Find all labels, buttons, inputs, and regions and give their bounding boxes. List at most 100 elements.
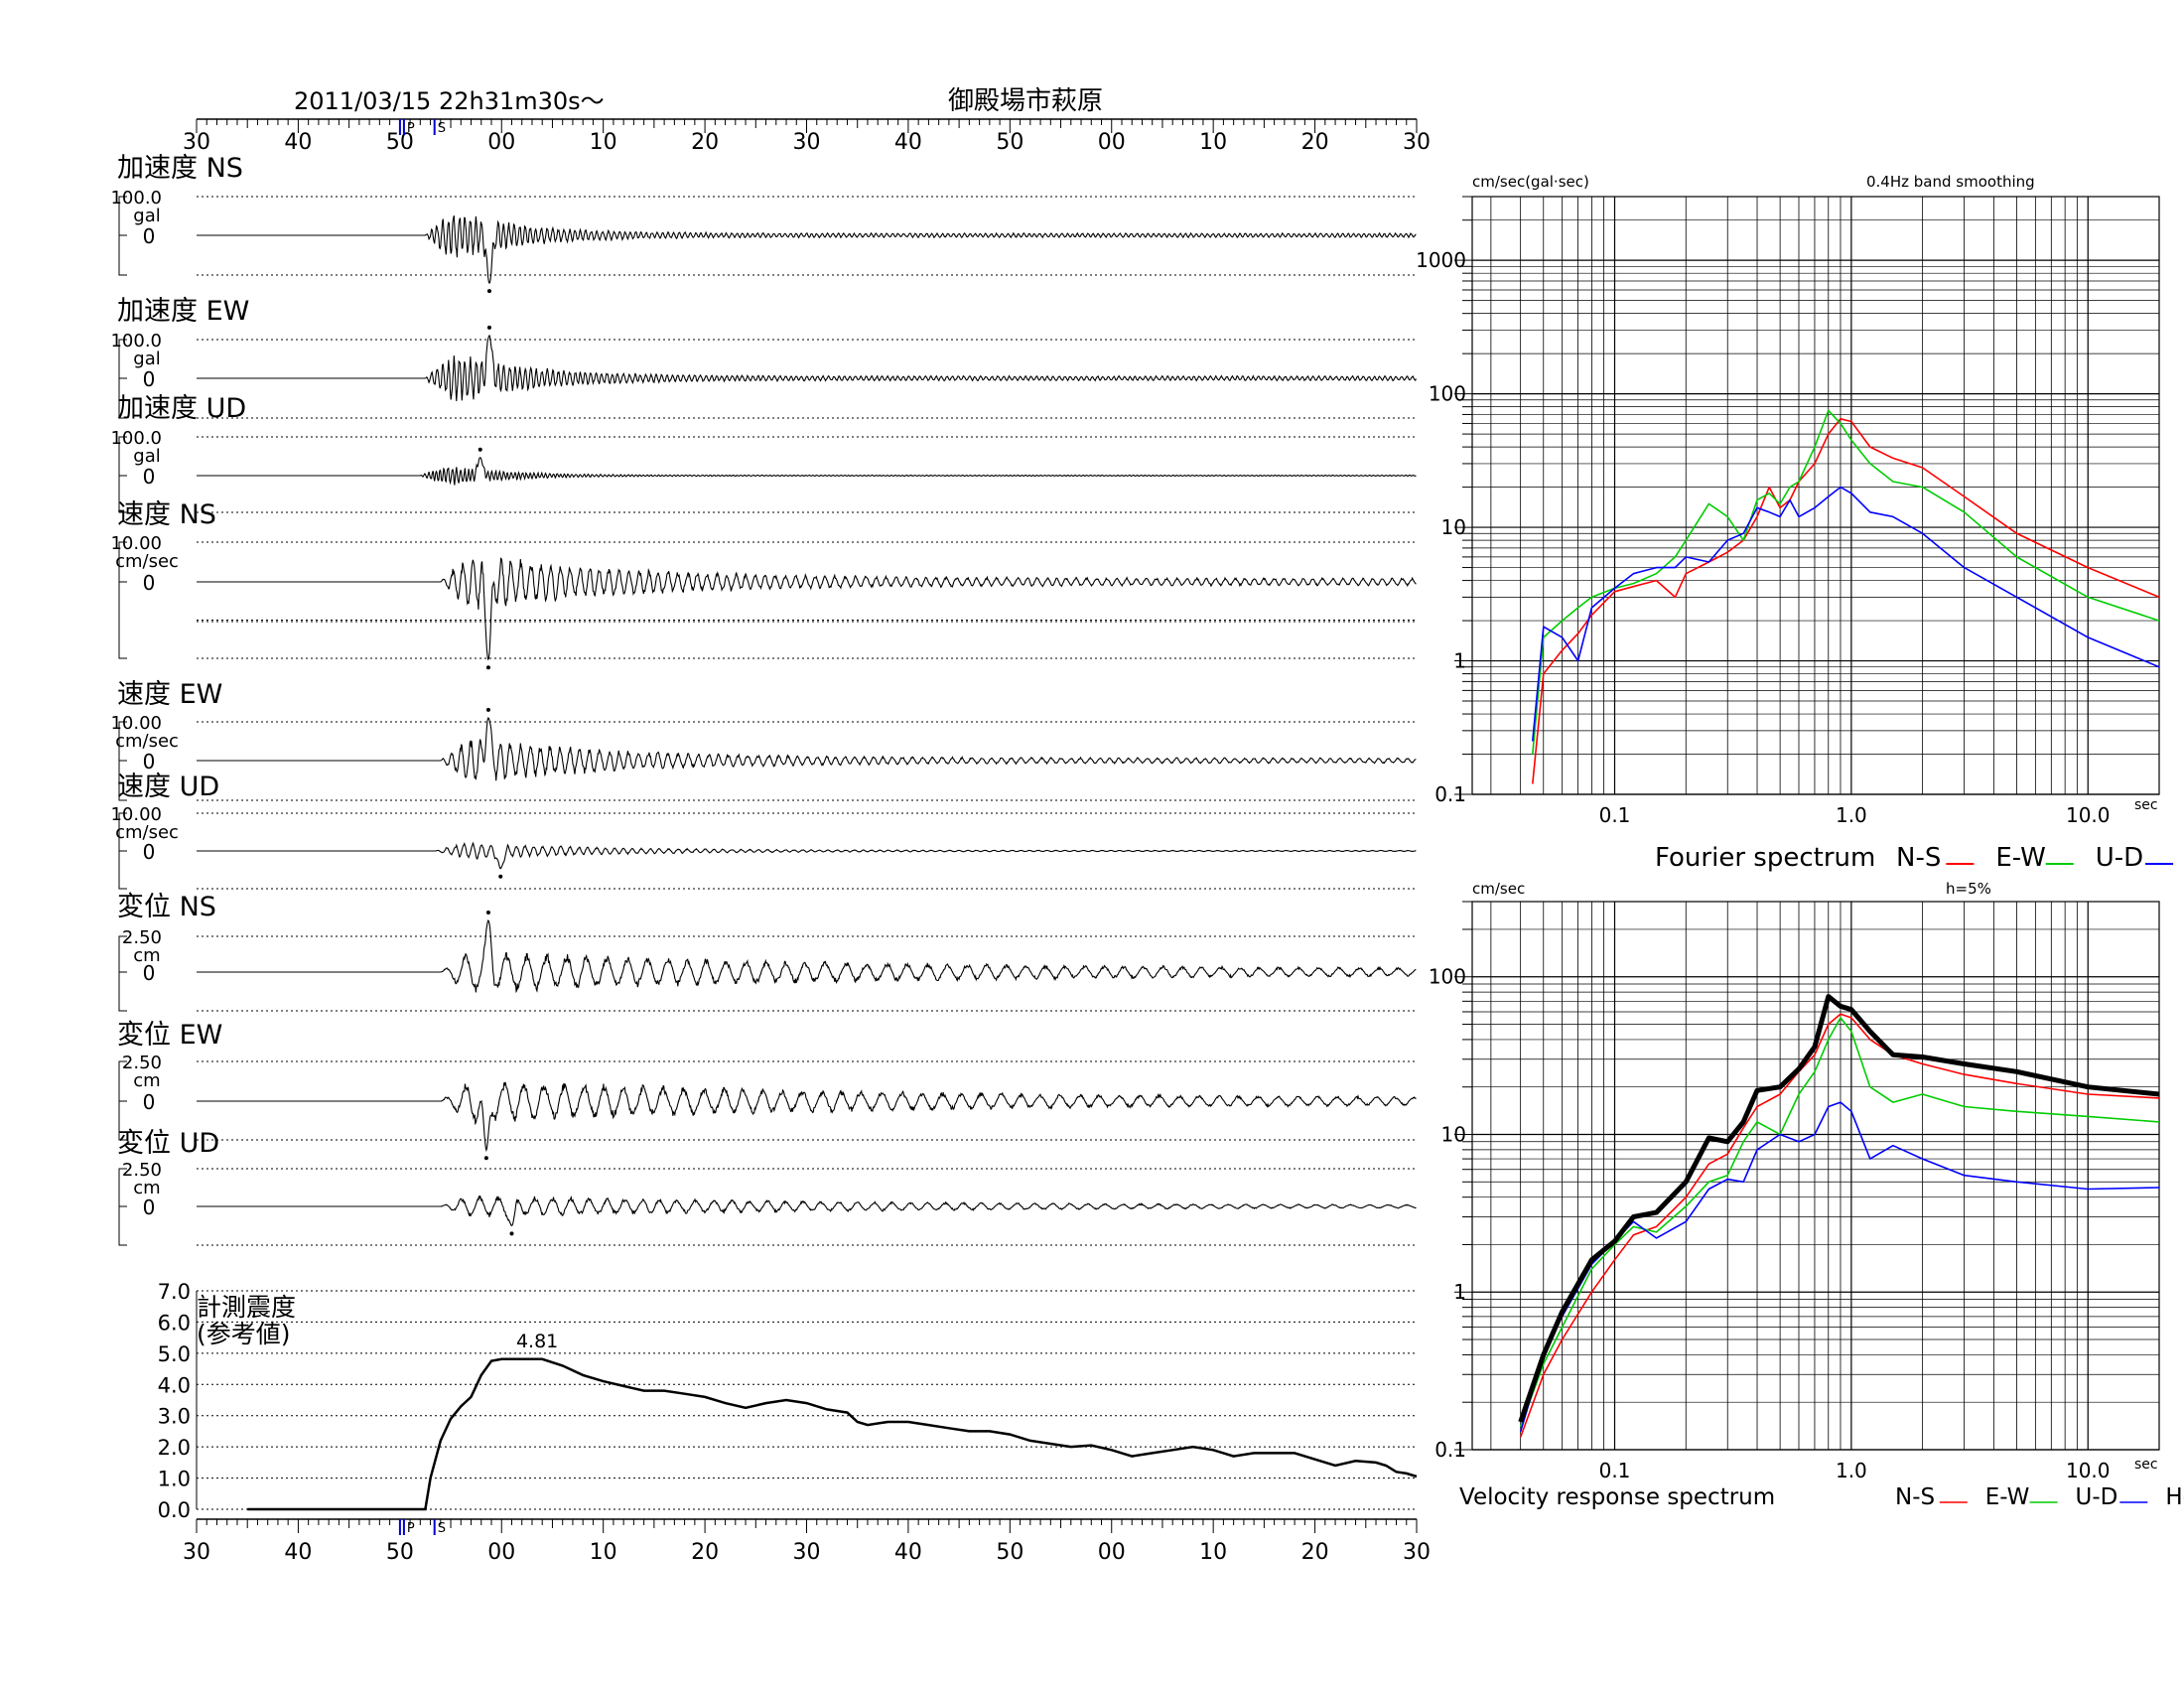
channel-label: 変位 UD: [117, 1128, 219, 1159]
channel-label: 加速度 NS: [117, 153, 243, 184]
spectrum-series-line: [1519, 1101, 2160, 1433]
spectrum-ytick-label: 1: [1453, 649, 1466, 673]
spectrum-ytick-label: 1000: [1416, 248, 1466, 272]
waveform-trace: [197, 1195, 1417, 1226]
station-name: 御殿場市萩原: [948, 86, 1103, 116]
s-arrival-label: S: [438, 1521, 446, 1536]
channel-label: 加速度 EW: [117, 296, 249, 327]
time-axis-top: 30 40 50 00 10 20 30 40 50 00 10 20 30P S: [183, 118, 1431, 155]
waveform-channel: 変位 NS2.50cm0: [117, 892, 1417, 1012]
intensity-tick-label: 7.0: [158, 1280, 191, 1304]
spectrum-ytick-label: 0.1: [1434, 1438, 1466, 1462]
time-tick-label: 00: [1098, 130, 1126, 155]
waveform-trace: [197, 1081, 1417, 1153]
legend-entry-label: U-D: [2096, 843, 2143, 873]
channel-unit: gal: [133, 206, 160, 226]
time-tick-label: 00: [487, 1540, 515, 1565]
response-ylabel: cm/sec: [1472, 880, 1525, 898]
waveform-trace: [197, 457, 1417, 486]
waveform-channel: 加速度 NS100.0gal0: [110, 153, 1417, 294]
channel-unit: cm/sec: [115, 551, 179, 572]
peak-marker: [486, 325, 491, 330]
time-tick-label: 10: [1199, 1540, 1227, 1565]
time-tick-label: 40: [284, 1540, 312, 1565]
time-tick-label: 40: [284, 130, 312, 155]
spectrum-xtick-label: 1.0: [1836, 1459, 1867, 1482]
peak-marker: [486, 289, 491, 294]
time-tick-label: 30: [183, 130, 210, 155]
waveform-panels: 加速度 NS100.0gal0加速度 EW100.0gal0加速度 UD100.…: [110, 153, 1417, 1246]
intensity-tick-label: 6.0: [158, 1311, 191, 1335]
intensity-tick-label: 2.0: [158, 1436, 191, 1460]
intensity-tick-label: 4.0: [158, 1373, 191, 1397]
spectrum-series-line: [1519, 1013, 2160, 1438]
intensity-max-label: 4.81: [516, 1331, 558, 1352]
channel-label: 速度 UD: [117, 772, 219, 802]
peak-marker: [485, 665, 490, 670]
time-tick-label: 50: [996, 130, 1024, 155]
spectrum-ytick-label: 1: [1453, 1280, 1466, 1304]
time-tick-label: 10: [1199, 130, 1227, 155]
channel-zero-label: 0: [143, 840, 156, 864]
intensity-subtitle: (参考値): [197, 1320, 291, 1348]
channel-zero-label: 0: [143, 961, 156, 985]
time-tick-label: 10: [590, 130, 617, 155]
spectrum-ytick-label: 100: [1429, 965, 1466, 989]
time-tick-label: 30: [793, 130, 821, 155]
legend-entry-label: U-D: [2076, 1484, 2118, 1510]
waveform-trace: [197, 334, 1417, 402]
channel-unit: gal: [133, 446, 160, 467]
legend-entry-label: Horizon: [2165, 1484, 2184, 1510]
fourier-x-unit: sec: [2134, 797, 2158, 813]
time-tick-label: 20: [691, 130, 719, 155]
intensity-tick-label: 3.0: [158, 1405, 191, 1429]
intensity-tick-label: 5.0: [158, 1342, 191, 1366]
response-note: h=5%: [1946, 880, 1991, 898]
waveform-channel: 変位 UD2.50cm0: [117, 1128, 1417, 1246]
waveform-channel: 速度 UD10.00cm/sec0: [110, 772, 1417, 890]
peak-marker: [485, 707, 490, 712]
intensity-tick-label: 1.0: [158, 1468, 191, 1491]
spectrum-ytick-label: 10: [1441, 1122, 1466, 1146]
peak-marker: [483, 1156, 488, 1161]
channel-label: 加速度 UD: [117, 393, 246, 424]
channel-unit: cm: [133, 1070, 160, 1091]
waveform-channel: 加速度 EW100.0gal0: [110, 296, 1417, 419]
spectrum-series-line: [1518, 994, 2160, 1423]
strong-motion-record-figure: 2011/03/15 22h31m30s～ 御殿場市萩原 30 40 50 00 10 2…: [110, 86, 2184, 1565]
channel-label: 速度 NS: [117, 499, 216, 530]
legend-entry-label: E-W: [1995, 843, 2045, 873]
time-tick-label: 30: [183, 1540, 210, 1565]
legend-entry-label: N-S: [1895, 1484, 1935, 1510]
channel-zero-label: 0: [143, 224, 156, 248]
time-tick-label: 20: [691, 1540, 719, 1565]
spectrum-xtick-label: 0.1: [1599, 803, 1631, 827]
response-x-unit: sec: [2134, 1457, 2158, 1473]
intensity-trace: [247, 1357, 1418, 1511]
waveform-trace: [197, 717, 1417, 781]
s-arrival-label: S: [438, 121, 446, 136]
time-axis-bottom: 30 40 50 00 10 20 30 40 50 00 10 20 30 P S: [183, 1518, 1431, 1565]
time-tick-label: 20: [1301, 130, 1329, 155]
waveform-trace: [197, 919, 1417, 994]
intensity-tick-label: 0.0: [158, 1498, 191, 1522]
spectrum-xtick-label: 1.0: [1836, 803, 1867, 827]
header: 2011/03/15 22h31m30s～ 御殿場市萩原: [294, 86, 1103, 116]
spectrum-frame: [1471, 196, 2160, 795]
fourier-legend-title: Fourier spectrum: [1655, 843, 1875, 873]
waveform-trace: [197, 214, 1417, 285]
channel-zero-label: 0: [143, 1196, 156, 1219]
seismic-intensity-panel: 計測震度 (参考値) 0.0 1.0 2.0 3.0 4.0 5.0 6.0 7.0 4.81: [158, 1280, 1418, 1522]
spectrum-ytick-label: 0.1: [1434, 782, 1466, 806]
spectrum-xtick-label: 0.1: [1599, 1459, 1631, 1482]
legend-entry-label: E-W: [1985, 1484, 2030, 1510]
spectrum-xtick-label: 10.0: [2066, 1459, 2111, 1482]
p-arrival-label: P: [407, 1521, 415, 1536]
channel-zero-label: 0: [143, 465, 156, 489]
channel-zero-label: 0: [143, 367, 156, 391]
spectrum-ytick-label: 100: [1429, 382, 1466, 406]
fourier-spectrum-panel: cm/sec(gal·sec) 0.4Hz band smoothing sec…: [1416, 173, 2174, 873]
record-datetime: 2011/03/15 22h31m30s～: [294, 87, 605, 115]
legend-entry-label: N-S: [1896, 843, 1941, 873]
channel-label: 速度 EW: [117, 679, 222, 710]
